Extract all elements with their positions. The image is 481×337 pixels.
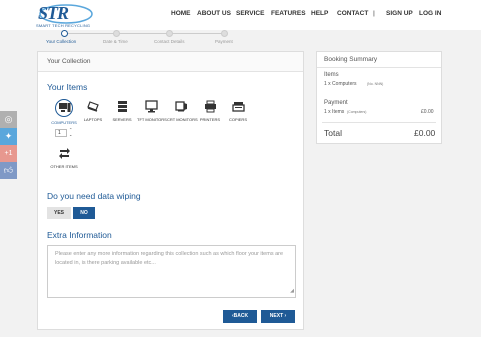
like-icon[interactable]: 👍︎ bbox=[0, 162, 17, 179]
item-tft-monitors[interactable]: TFT MONITORS bbox=[137, 99, 167, 122]
booking-summary: Booking Summary Items 1 x Computers (No.… bbox=[316, 51, 442, 144]
quantity-stepper[interactable]: 1 bbox=[55, 129, 67, 137]
quantity-arrows[interactable]: ⌃ ⌄ bbox=[69, 127, 72, 137]
item-label: COPIERS bbox=[228, 117, 247, 122]
summary-title: Booking Summary bbox=[317, 52, 441, 68]
step-dot-collection[interactable] bbox=[61, 30, 68, 37]
logo-subtitle: SMART TECH RECYCLING bbox=[36, 23, 91, 28]
nav-service[interactable]: SERVICE bbox=[236, 10, 264, 17]
item-label: TFT MONITORS bbox=[137, 117, 167, 122]
recycle-icon bbox=[58, 148, 70, 159]
item-servers[interactable]: SERVERS bbox=[108, 99, 136, 122]
nav-contact[interactable]: CONTACT bbox=[337, 10, 368, 17]
step-dot-date-time[interactable] bbox=[113, 30, 120, 37]
crt-monitor-icon bbox=[174, 101, 187, 112]
collection-panel: Your Collection Your Items COMPUTERS LAP… bbox=[37, 51, 304, 330]
extra-info-placeholder: Please enter any more information regard… bbox=[55, 251, 284, 266]
summary-items-line: 1 x Computers bbox=[324, 81, 357, 87]
summary-payment-note: (Computers) bbox=[347, 110, 367, 114]
items-heading: Your Items bbox=[47, 82, 88, 92]
panel-title: Your Collection bbox=[38, 52, 303, 72]
back-button[interactable]: ‹BACK bbox=[223, 310, 257, 323]
summary-total-amount: £0.00 bbox=[414, 128, 436, 138]
chevron-right-icon: › bbox=[284, 313, 287, 319]
chevron-down-icon[interactable]: ⌄ bbox=[69, 132, 72, 137]
wiping-no-button[interactable]: NO bbox=[73, 207, 95, 219]
nav-divider: | bbox=[373, 10, 375, 17]
item-laptops[interactable]: LAPTOPS bbox=[79, 99, 107, 122]
server-icon bbox=[117, 101, 127, 112]
next-label: NEXT bbox=[269, 313, 284, 319]
logo-text: STR bbox=[38, 3, 69, 23]
summary-payment-line: 1 x Items bbox=[324, 109, 345, 115]
summary-divider bbox=[322, 122, 436, 123]
item-label: SERVERS bbox=[112, 117, 132, 122]
item-other-items[interactable]: OTHER ITEMS bbox=[50, 146, 78, 169]
nav-log-in[interactable]: LOG IN bbox=[419, 10, 441, 17]
steps-line bbox=[64, 33, 224, 34]
extra-heading: Extra Information bbox=[47, 230, 112, 240]
step-dot-payment[interactable] bbox=[221, 30, 228, 37]
printer-icon bbox=[204, 100, 216, 113]
back-label: BACK bbox=[233, 313, 249, 319]
twitter-icon[interactable]: ✦ bbox=[0, 128, 17, 145]
item-label: CRT MONITORS bbox=[167, 117, 198, 122]
item-label: LAPTOPS bbox=[83, 117, 103, 122]
top-header: STR SMART TECH RECYCLING HOME ABOUT US S… bbox=[0, 0, 481, 30]
nav-help[interactable]: HELP bbox=[311, 10, 328, 17]
item-label: PRINTERS bbox=[199, 117, 221, 122]
extra-info-textarea[interactable]: Please enter any more information regard… bbox=[47, 245, 296, 298]
item-printers[interactable]: PRINTERS bbox=[196, 99, 224, 122]
google-plus-icon[interactable]: +1 bbox=[0, 145, 17, 162]
step-dot-contact[interactable] bbox=[166, 30, 173, 37]
item-computers[interactable]: COMPUTERS bbox=[50, 99, 78, 125]
copier-icon bbox=[231, 102, 245, 112]
step-label-payment[interactable]: Payment bbox=[215, 39, 233, 44]
step-label-contact[interactable]: Contact Details bbox=[154, 39, 185, 44]
camera-icon[interactable]: ◎ bbox=[0, 111, 17, 128]
step-label-collection[interactable]: Your Collection bbox=[46, 39, 76, 44]
item-label: OTHER ITEMS bbox=[50, 164, 78, 169]
wiping-yes-button[interactable]: YES bbox=[47, 207, 71, 219]
summary-items-label: Items bbox=[324, 72, 339, 78]
progress-steps: Your Collection Date & Time Contact Deta… bbox=[0, 30, 481, 48]
resize-handle-icon[interactable]: ◢ bbox=[290, 287, 294, 296]
nav-features[interactable]: FEATURES bbox=[271, 10, 306, 17]
nav-home[interactable]: HOME bbox=[171, 10, 191, 17]
step-label-date-time[interactable]: Date & Time bbox=[103, 39, 128, 44]
item-copiers[interactable]: COPIERS bbox=[224, 99, 252, 122]
tft-monitor-icon bbox=[144, 100, 158, 113]
laptop-icon bbox=[86, 101, 99, 112]
nav-sign-up[interactable]: SIGN UP bbox=[386, 10, 413, 17]
computer-icon bbox=[55, 99, 73, 117]
item-crt-monitors[interactable]: CRT MONITORS bbox=[167, 99, 198, 122]
summary-payment-label: Payment bbox=[324, 100, 348, 106]
summary-items-note: (No. NNN) bbox=[367, 82, 384, 86]
summary-payment-amount: £0.00 bbox=[421, 109, 434, 115]
item-label: COMPUTERS bbox=[51, 120, 77, 125]
next-button[interactable]: NEXT › bbox=[261, 310, 295, 323]
wiping-heading: Do you need data wiping bbox=[47, 191, 141, 201]
nav-about-us[interactable]: ABOUT US bbox=[197, 10, 231, 17]
summary-total-label: Total bbox=[324, 128, 342, 138]
